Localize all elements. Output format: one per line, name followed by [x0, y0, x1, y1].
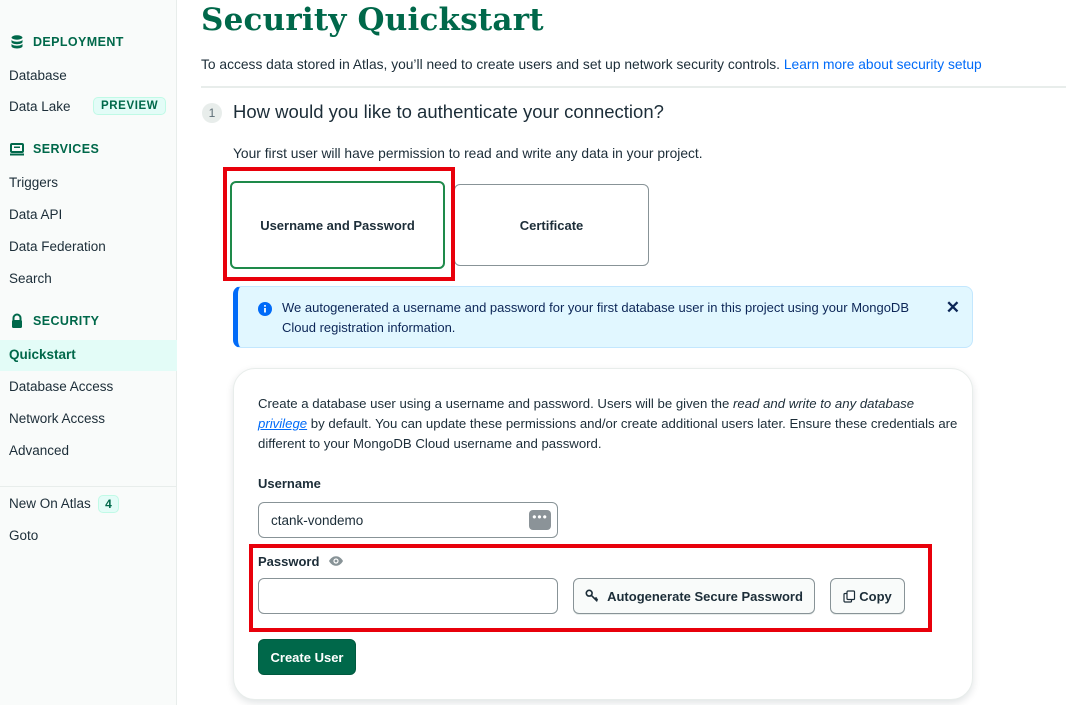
sidebar-item-triggers[interactable]: Triggers	[9, 175, 58, 190]
sidebar-item-database[interactable]: Database	[9, 68, 67, 83]
sidebar-item-goto[interactable]: Goto	[9, 528, 38, 543]
services-heading-label: SERVICES	[33, 142, 100, 156]
user-description: Create a database user using a username …	[258, 394, 958, 454]
autogenerate-password-button[interactable]: Autogenerate Secure Password	[573, 578, 815, 614]
header-divider	[201, 86, 1066, 88]
desc-emphasis: read and write to any database	[733, 396, 915, 411]
autogenerate-password-label: Autogenerate Secure Password	[607, 588, 803, 604]
key-icon	[585, 589, 599, 602]
sidebar-item-search[interactable]: Search	[9, 271, 52, 286]
desc-pre: Create a database user using a username …	[258, 396, 734, 411]
copy-icon	[843, 589, 856, 603]
more-dots-icon[interactable]: •••	[529, 510, 551, 530]
step-number: 1	[202, 103, 222, 123]
sidebar: DEPLOYMENT Database Data Lake PREVIEW SE…	[0, 0, 177, 705]
step-title: How would you like to authenticate your …	[233, 101, 664, 122]
auth-option-username-password[interactable]: Username and Password	[230, 181, 445, 269]
info-icon	[258, 302, 272, 316]
sidebar-item-database-access[interactable]: Database Access	[9, 379, 113, 394]
sidebar-item-network-access[interactable]: Network Access	[9, 411, 105, 426]
security-setup-link[interactable]: Learn more about security setup	[784, 57, 982, 72]
sidebar-item-data-api[interactable]: Data API	[9, 207, 62, 222]
auth-option-certificate[interactable]: Certificate	[454, 184, 649, 266]
create-user-button[interactable]: Create User	[258, 639, 356, 675]
preview-badge: PREVIEW	[93, 97, 167, 115]
security-heading: SECURITY	[9, 313, 99, 329]
sidebar-item-advanced[interactable]: Advanced	[9, 443, 69, 458]
desc-post: by default. You can update these permiss…	[258, 416, 958, 451]
deployment-heading: DEPLOYMENT	[9, 34, 124, 50]
close-icon[interactable]: ✕	[946, 298, 960, 318]
step-subtitle: Your first user will have permission to …	[233, 146, 703, 161]
privilege-link[interactable]: privilege	[258, 416, 307, 431]
intro-text: To access data stored in Atlas, you’ll n…	[201, 57, 982, 72]
password-label: Password	[258, 554, 320, 569]
sidebar-divider	[0, 486, 177, 487]
database-icon	[11, 35, 23, 49]
username-input[interactable]	[258, 502, 558, 538]
security-heading-label: SECURITY	[33, 314, 100, 328]
copy-label: Copy	[859, 588, 892, 604]
eye-icon[interactable]	[328, 554, 344, 568]
info-banner-text: We autogenerated a username and password…	[282, 300, 909, 335]
deployment-heading-label: DEPLOYMENT	[33, 35, 124, 49]
page-title: Security Quickstart	[201, 2, 544, 38]
sidebar-item-quickstart[interactable]: Quickstart	[9, 347, 76, 362]
copy-button[interactable]: Copy	[830, 578, 905, 614]
password-input[interactable]	[258, 578, 558, 614]
new-count-badge: 4	[98, 495, 119, 513]
services-icon	[10, 143, 24, 156]
info-banner: We autogenerated a username and password…	[233, 286, 973, 348]
services-heading: SERVICES	[9, 141, 99, 157]
sidebar-item-new-on-atlas[interactable]: New On Atlas	[9, 496, 91, 511]
sidebar-item-data-lake[interactable]: Data Lake	[9, 99, 71, 114]
sidebar-item-data-federation[interactable]: Data Federation	[9, 239, 106, 254]
lock-icon	[12, 313, 22, 328]
intro-body: To access data stored in Atlas, you’ll n…	[201, 57, 781, 72]
username-label: Username	[258, 476, 321, 491]
